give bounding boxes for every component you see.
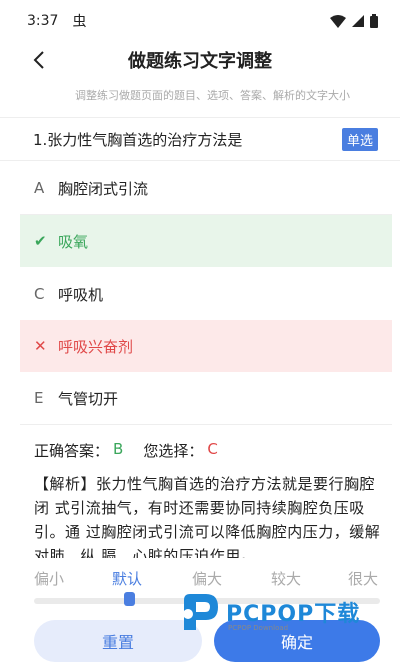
question-text: 1.张力性气胸首选的治疗方法是 xyxy=(33,130,243,149)
correct-answer-label: 正确答案： xyxy=(34,442,110,460)
option-a[interactable]: A 胸腔闭式引流 xyxy=(20,162,392,214)
signal-icon xyxy=(352,15,364,27)
size-option-large[interactable]: 偏大 xyxy=(192,568,222,589)
question-type-badge: 单选 xyxy=(341,127,378,151)
option-c[interactable]: C 呼吸机 xyxy=(20,268,392,320)
check-icon: ✔ xyxy=(34,232,47,250)
wifi-icon xyxy=(330,14,346,28)
size-option-larger[interactable]: 较大 xyxy=(271,568,301,589)
size-option-largest[interactable]: 很大 xyxy=(348,568,378,589)
header: 做题练习文字调整 xyxy=(0,42,400,78)
option-b[interactable]: ✔ 吸氧 xyxy=(20,215,392,267)
status-bar: 3:37 虫 xyxy=(0,0,400,42)
option-text: 呼吸机 xyxy=(58,285,104,304)
question-row: 1.张力性气胸首选的治疗方法是 单选 xyxy=(0,117,400,161)
option-text: 胸腔闭式引流 xyxy=(58,179,149,198)
option-d[interactable]: ✕ 呼吸兴奋剂 xyxy=(20,320,392,372)
option-text: 呼吸兴奋剂 xyxy=(58,337,134,356)
font-size-labels: 偏小 默认 偏大 较大 很大 xyxy=(0,568,400,592)
bug-icon: 虫 xyxy=(72,14,87,30)
option-text: 气管切开 xyxy=(58,389,119,408)
option-e[interactable]: E 气管切开 xyxy=(20,372,392,424)
status-time: 3:37 xyxy=(27,13,59,29)
option-letter: C xyxy=(34,285,45,303)
status-left: 3:37 虫 xyxy=(27,11,86,31)
option-letter: E xyxy=(34,389,44,407)
font-size-slider-thumb[interactable] xyxy=(124,592,135,606)
your-choice-label: 您选择： xyxy=(143,442,204,460)
answer-row: 正确答案： B 您选择： C xyxy=(34,440,218,461)
battery-icon xyxy=(370,14,378,28)
confirm-button[interactable]: 确定 xyxy=(214,620,380,662)
font-size-slider-track[interactable] xyxy=(34,598,380,604)
correct-answer-value: B xyxy=(113,440,124,458)
analysis-text: 【解析】张力性气胸首选的治疗方法就是要行胸腔闭 式引流抽气，有时还需要协同持续胸… xyxy=(34,475,381,558)
status-right xyxy=(330,14,378,28)
size-option-default[interactable]: 默认 xyxy=(112,568,142,589)
reset-button[interactable]: 重置 xyxy=(34,620,202,662)
divider xyxy=(20,424,392,425)
page-title: 做题练习文字调整 xyxy=(128,51,272,72)
back-arrow-icon[interactable] xyxy=(30,50,50,70)
option-text: 吸氧 xyxy=(58,232,89,251)
your-choice-value: C xyxy=(207,440,218,458)
size-option-small[interactable]: 偏小 xyxy=(34,568,64,589)
option-letter: A xyxy=(34,179,45,197)
page-subtitle: 调整练习做题页面的题目、选项、答案、解析的文字大小 xyxy=(75,89,350,102)
cross-icon: ✕ xyxy=(34,337,47,355)
